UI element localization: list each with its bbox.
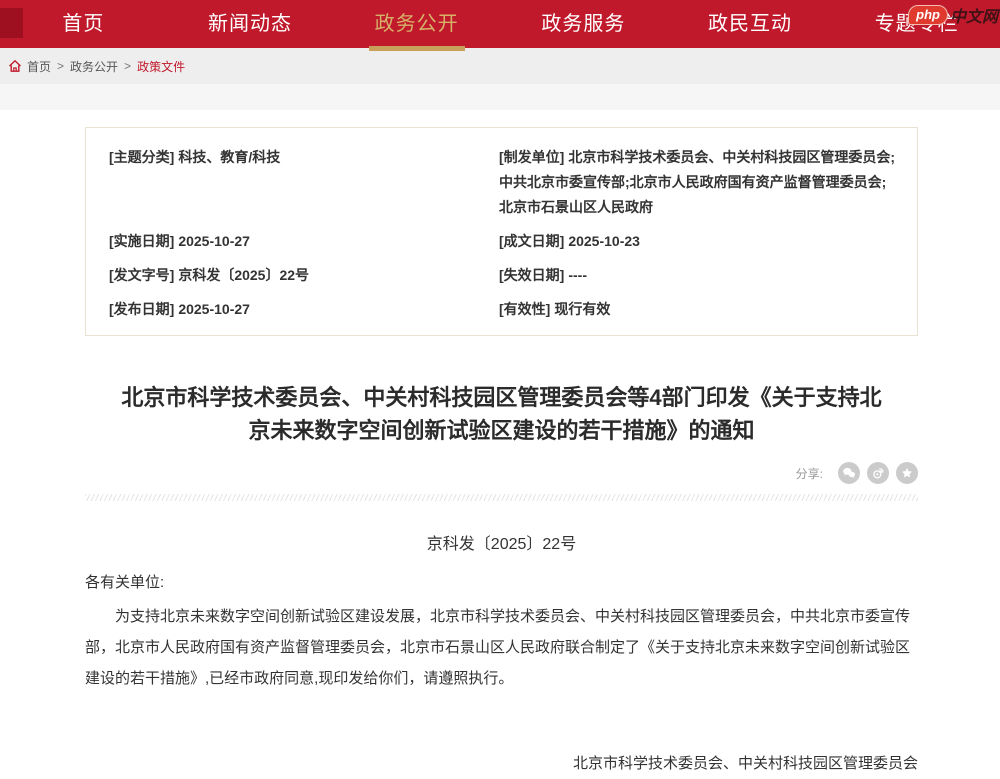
document-number-line: 京科发〔2025〕22号 xyxy=(85,530,918,554)
php-logo-text: 中文网 xyxy=(950,3,998,27)
sub-strip xyxy=(0,84,1000,110)
breadcrumb-separator: > xyxy=(124,59,131,73)
meta-written-date: [成文日期]2025-10-23 xyxy=(499,229,897,254)
home-icon[interactable] xyxy=(8,59,22,73)
wechat-icon[interactable] xyxy=(838,462,860,484)
salutation: 各有关单位: xyxy=(85,571,918,592)
nav-item-public-interaction[interactable]: 政民互动 xyxy=(667,0,834,48)
meta-document-number: [发文字号]京科发〔2025〕22号 xyxy=(109,263,499,288)
nav-item-news[interactable]: 新闻动态 xyxy=(167,0,334,48)
page-title: 北京市科学技术委员会、中关村科技园区管理委员会等4部门印发《关于支持北京未来数字… xyxy=(117,381,887,447)
signature-line: 北京市科学技术委员会、中关村科技园区管理委员会 xyxy=(85,750,918,777)
hatched-divider xyxy=(85,494,918,501)
meta-validity: [有效性]现行有效 xyxy=(499,297,897,322)
breadcrumb: 首页 > 政务公开 > 政策文件 xyxy=(0,48,1000,84)
breadcrumb-gov-affairs[interactable]: 政务公开 xyxy=(70,58,118,75)
main-content: [主题分类]科技、教育/科技 [制发单位]北京市科学技术委员会、中关村科技园区管… xyxy=(0,127,1000,779)
nav-item-gov-affairs-open[interactable]: 政务公开 xyxy=(333,0,500,48)
meta-subject-category: [主题分类]科技、教育/科技 xyxy=(109,145,499,220)
nav-item-gov-services[interactable]: 政务服务 xyxy=(500,0,667,48)
share-row: 分享: xyxy=(85,461,918,485)
meta-issuing-unit: [制发单位]北京市科学技术委员会、中关村科技园区管理委员会;中共北京市委宣传部;… xyxy=(499,145,897,220)
meta-implementation-date: [实施日期]2025-10-27 xyxy=(109,229,499,254)
php-cn-logo: php 中文网 xyxy=(908,3,998,27)
top-nav: 首页 新闻动态 政务公开 政务服务 政民互动 专题专栏 php 中文网 xyxy=(0,0,1000,48)
share-label: 分享: xyxy=(796,465,823,482)
meta-expiry-date: [失效日期]---- xyxy=(499,263,897,288)
star-icon[interactable] xyxy=(896,462,918,484)
breadcrumb-current-policy-files: 政策文件 xyxy=(137,58,185,75)
php-logo-bubble: php xyxy=(908,5,948,25)
breadcrumb-home[interactable]: 首页 xyxy=(27,58,51,75)
signature-block: 北京市科学技术委员会、中关村科技园区管理委员会 中共北京市委宣传部 北京市人民政… xyxy=(85,750,918,779)
document-meta-box: [主题分类]科技、教育/科技 [制发单位]北京市科学技术委员会、中关村科技园区管… xyxy=(85,127,918,336)
document-body-paragraph: 为支持北京未来数字空间创新试验区建设发展，北京市科学技术委员会、中关村科技园区管… xyxy=(85,601,918,694)
breadcrumb-separator: > xyxy=(57,59,64,73)
weibo-icon[interactable] xyxy=(867,462,889,484)
meta-publish-date: [发布日期]2025-10-27 xyxy=(109,297,499,322)
nav-item-home[interactable]: 首页 xyxy=(0,0,167,48)
